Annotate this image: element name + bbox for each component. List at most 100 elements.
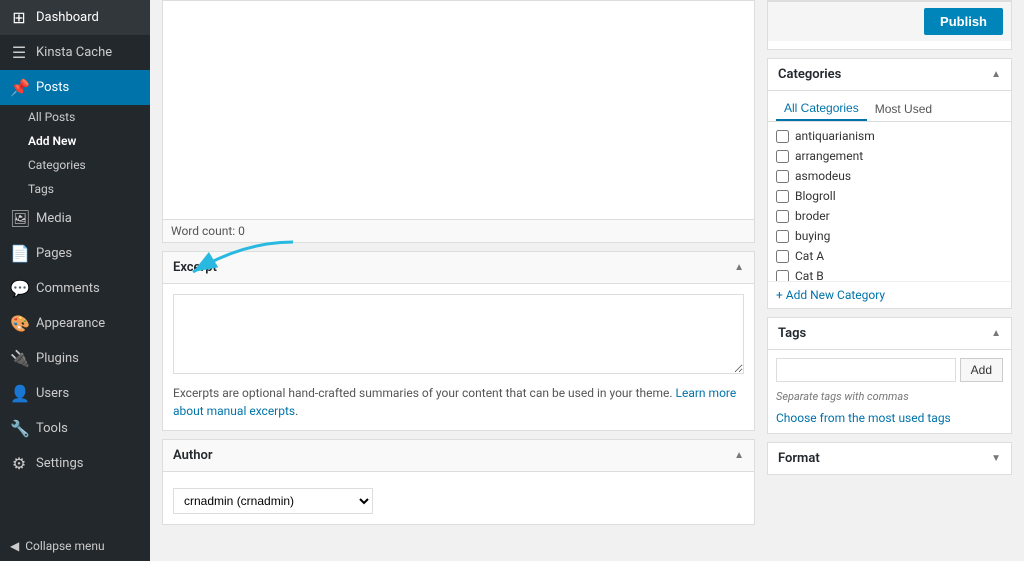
submenu-all-posts[interactable]: All Posts — [28, 105, 150, 129]
sidebar-item-plugins[interactable]: 🔌 Plugins — [0, 341, 150, 376]
category-item-cat-b[interactable]: Cat B — [776, 266, 1003, 282]
category-checkbox-asmodeus[interactable] — [776, 170, 789, 183]
kinsta-cache-icon: ☰ — [10, 43, 28, 62]
sidebar-item-tools[interactable]: 🔧 Tools — [0, 411, 150, 446]
sidebar-item-posts[interactable]: 📌 Posts — [0, 70, 150, 105]
format-box-header[interactable]: Format ▼ — [768, 443, 1011, 474]
sidebar: ⊞ Dashboard ☰ Kinsta Cache 📌 Posts All P… — [0, 0, 150, 561]
publish-area: Publish — [767, 0, 1012, 50]
tags-input-row: Add — [768, 350, 1011, 390]
category-item-broder[interactable]: broder — [776, 206, 1003, 226]
excerpt-metabox: Excerpt ▲ Excerpts are optional hand-cra… — [162, 251, 755, 431]
author-metabox-content: crnadmin (crnadmin) — [163, 472, 754, 524]
sidebar-item-label: Settings — [36, 456, 83, 471]
word-count-text: Word count: 0 — [171, 224, 245, 238]
collapse-menu-button[interactable]: ◀ Collapse menu — [0, 531, 150, 561]
categories-box-header[interactable]: Categories ▲ — [768, 59, 1011, 91]
category-checkbox-cat-a[interactable] — [776, 250, 789, 263]
categories-list: antiquarianism arrangement asmodeus Blog… — [768, 122, 1011, 282]
tags-choose-link[interactable]: Choose from the most used tags — [768, 407, 1011, 433]
sidebar-item-label: Kinsta Cache — [36, 45, 112, 60]
sidebar-item-comments[interactable]: 💬 Comments — [0, 271, 150, 306]
sidebar-item-label: Appearance — [36, 316, 105, 331]
tags-input[interactable] — [776, 358, 956, 382]
format-toggle-icon: ▼ — [991, 453, 1001, 464]
media-icon: 🖼 — [10, 209, 28, 228]
dashboard-icon: ⊞ — [10, 8, 28, 27]
category-item-arrangement[interactable]: arrangement — [776, 146, 1003, 166]
sidebar-item-users[interactable]: 👤 Users — [0, 376, 150, 411]
comments-icon: 💬 — [10, 279, 28, 298]
categories-tabs: All Categories Most Used — [768, 91, 1011, 122]
submenu-tags[interactable]: Tags — [28, 177, 150, 201]
add-new-category-link[interactable]: + Add New Category — [768, 282, 1011, 308]
editor-area[interactable] — [162, 0, 755, 220]
sidebar-item-settings[interactable]: ⚙ Settings — [0, 446, 150, 481]
tags-hint: Separate tags with commas — [768, 390, 1011, 407]
excerpt-metabox-header[interactable]: Excerpt ▲ — [163, 252, 754, 284]
plugins-icon: 🔌 — [10, 349, 28, 368]
sidebar-item-dashboard[interactable]: ⊞ Dashboard — [0, 0, 150, 35]
sidebar-item-label: Dashboard — [36, 10, 99, 25]
word-count-bar: Word count: 0 — [162, 220, 755, 243]
users-icon: 👤 — [10, 384, 28, 403]
publish-button[interactable]: Publish — [924, 8, 1003, 35]
excerpt-metabox-content: Excerpts are optional hand-crafted summa… — [163, 284, 754, 430]
tags-add-button[interactable]: Add — [960, 358, 1003, 382]
author-toggle-icon: ▲ — [734, 450, 744, 461]
content-area: Word count: 0 Excerpt ▲ — [150, 0, 1024, 561]
category-item-blogroll[interactable]: Blogroll — [776, 186, 1003, 206]
posts-submenu: All Posts Add New Categories Tags — [0, 105, 150, 201]
format-title: Format — [778, 451, 820, 466]
categories-toggle-icon: ▲ — [991, 69, 1001, 80]
sidebar-item-label: Posts — [36, 80, 69, 95]
author-select[interactable]: crnadmin (crnadmin) — [173, 488, 373, 514]
sidebar-item-media[interactable]: 🖼 Media — [0, 201, 150, 236]
category-item-cat-a[interactable]: Cat A — [776, 246, 1003, 266]
format-box: Format ▼ — [767, 442, 1012, 475]
category-checkbox-antiquarianism[interactable] — [776, 130, 789, 143]
category-item-buying[interactable]: buying — [776, 226, 1003, 246]
sidebar-item-label: Plugins — [36, 351, 79, 366]
tags-box: Tags ▲ Add Separate tags with commas Cho… — [767, 317, 1012, 434]
sidebar-item-label: Pages — [36, 246, 72, 261]
category-checkbox-blogroll[interactable] — [776, 190, 789, 203]
category-checkbox-broder[interactable] — [776, 210, 789, 223]
submenu-add-new[interactable]: Add New — [28, 129, 150, 153]
sidebar-item-appearance[interactable]: 🎨 Appearance — [0, 306, 150, 341]
editor-column: Word count: 0 Excerpt ▲ — [162, 0, 755, 549]
posts-icon: 📌 — [10, 78, 28, 97]
category-item-antiquarianism[interactable]: antiquarianism — [776, 126, 1003, 146]
category-checkbox-cat-b[interactable] — [776, 270, 789, 283]
right-sidebar: Publish Categories ▲ All Categories Most… — [767, 0, 1012, 549]
tab-most-used[interactable]: Most Used — [867, 97, 940, 121]
category-item-asmodeus[interactable]: asmodeus — [776, 166, 1003, 186]
submenu-categories[interactable]: Categories — [28, 153, 150, 177]
collapse-label: Collapse menu — [25, 539, 104, 553]
author-title: Author — [173, 448, 213, 463]
excerpt-toggle-icon: ▲ — [734, 262, 744, 273]
tags-title: Tags — [778, 326, 806, 341]
category-checkbox-arrangement[interactable] — [776, 150, 789, 163]
sidebar-item-kinsta-cache[interactable]: ☰ Kinsta Cache — [0, 35, 150, 70]
settings-icon: ⚙ — [10, 454, 28, 473]
tools-icon: 🔧 — [10, 419, 28, 438]
excerpt-textarea[interactable] — [173, 294, 744, 374]
sidebar-item-label: Tools — [36, 421, 68, 436]
author-metabox-header[interactable]: Author ▲ — [163, 440, 754, 472]
sidebar-item-label: Users — [36, 386, 69, 401]
tab-all-categories[interactable]: All Categories — [776, 97, 867, 121]
excerpt-title: Excerpt — [173, 260, 217, 275]
appearance-icon: 🎨 — [10, 314, 28, 333]
collapse-icon: ◀ — [10, 539, 19, 553]
categories-title: Categories — [778, 67, 841, 82]
category-checkbox-buying[interactable] — [776, 230, 789, 243]
sidebar-item-label: Comments — [36, 281, 100, 296]
tags-box-header[interactable]: Tags ▲ — [768, 318, 1011, 350]
main-content: Word count: 0 Excerpt ▲ — [150, 0, 1024, 561]
tags-toggle-icon: ▲ — [991, 328, 1001, 339]
sidebar-item-pages[interactable]: 📄 Pages — [0, 236, 150, 271]
sidebar-item-label: Media — [36, 211, 72, 226]
excerpt-description: Excerpts are optional hand-crafted summa… — [173, 384, 744, 420]
categories-box: Categories ▲ All Categories Most Used an… — [767, 58, 1012, 309]
